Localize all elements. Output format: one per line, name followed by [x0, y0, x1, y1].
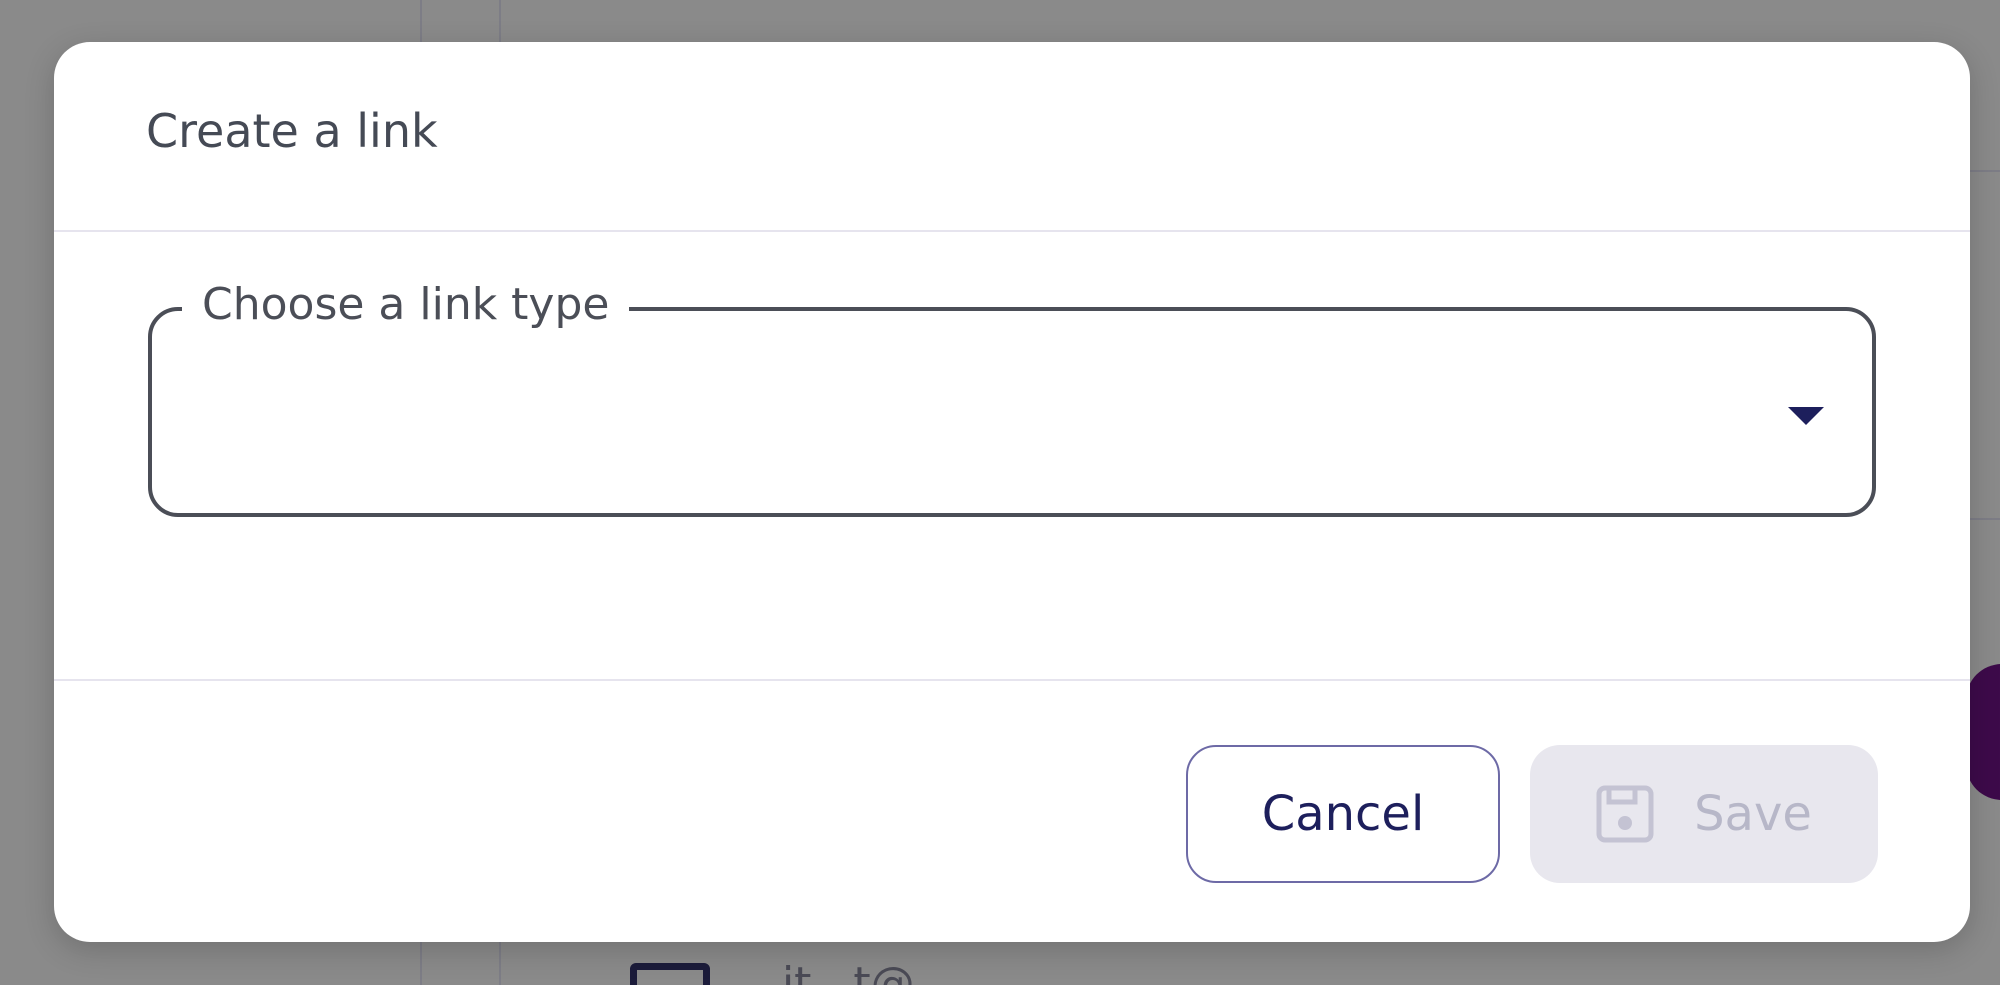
dialog-title: Create a link — [146, 104, 438, 158]
link-type-select-label: Choose a link type — [182, 275, 630, 335]
create-link-dialog: Create a link Choose a link type Cancel … — [54, 42, 1970, 942]
cancel-button-label: Cancel — [1261, 786, 1425, 842]
save-button-label: Save — [1694, 786, 1812, 842]
save-button[interactable]: Save — [1530, 745, 1878, 883]
dialog-header-divider — [54, 230, 1970, 232]
link-type-select[interactable]: Choose a link type — [148, 275, 1876, 517]
cancel-button[interactable]: Cancel — [1186, 745, 1500, 883]
background-action-button — [1966, 664, 2000, 800]
mail-icon — [630, 963, 710, 985]
dialog-footer-divider — [54, 679, 1970, 681]
background-email-text: ...it...t@... — [740, 958, 957, 985]
floppy-disk-icon — [1596, 785, 1654, 843]
caret-down-icon[interactable] — [1788, 407, 1824, 425]
background-divider — [1968, 518, 2000, 520]
background-divider — [1968, 170, 2000, 172]
